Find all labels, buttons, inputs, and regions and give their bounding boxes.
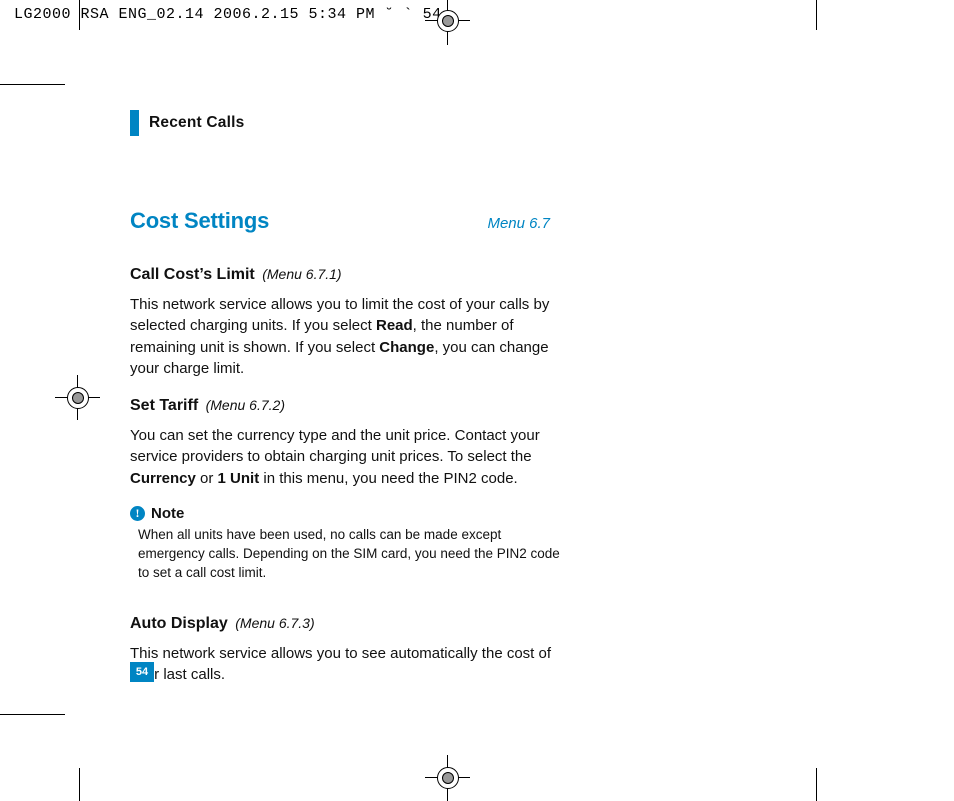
crop-mark (816, 0, 817, 30)
note-label: Note (151, 505, 184, 522)
note-icon: ! (130, 506, 145, 521)
subsection-set-tariff: Set Tariff (Menu 6.7.2) You can set the … (130, 397, 570, 489)
chapter-title: Recent Calls (149, 114, 244, 132)
section-title-row: Cost Settings Menu 6.7 (130, 208, 570, 234)
text-bold: 1 Unit (218, 470, 260, 487)
subsection-menu-ref: (Menu 6.7.2) (206, 397, 285, 413)
text: in this menu, you need the PIN2 code. (259, 470, 518, 487)
crop-mark (79, 0, 80, 30)
subsection-call-cost-limit: Call Cost’s Limit (Menu 6.7.1) This netw… (130, 266, 570, 379)
text: You can set the currency type and the un… (130, 427, 540, 465)
subsection-title: Auto Display (130, 615, 228, 632)
text-bold: Currency (130, 470, 196, 487)
subsection-body: This network service allows you to limit… (130, 294, 570, 379)
crop-mark (0, 714, 65, 715)
subsection-auto-display: Auto Display (Menu 6.7.3) This network s… (130, 615, 570, 686)
text-bold: Change (379, 339, 434, 356)
section-title: Cost Settings (130, 208, 269, 234)
subsection-body: This network service allows you to see a… (130, 643, 570, 686)
registration-mark (442, 15, 454, 27)
page-number: 54 (130, 662, 154, 682)
text-bold: Read (376, 317, 413, 334)
chapter-header: Recent Calls (130, 110, 570, 136)
subsection-title: Call Cost’s Limit (130, 266, 255, 283)
crop-mark (0, 84, 65, 85)
registration-mark (72, 392, 84, 404)
subsection-body: You can set the currency type and the un… (130, 425, 570, 489)
subsection-menu-ref: (Menu 6.7.3) (235, 615, 314, 631)
page-content: Recent Calls Cost Settings Menu 6.7 Call… (130, 110, 570, 685)
note-header: ! Note (130, 505, 570, 522)
subsection-title: Set Tariff (130, 397, 198, 414)
crop-mark (79, 768, 80, 801)
crop-mark (816, 768, 817, 801)
subsection-menu-ref: (Menu 6.7.1) (262, 266, 341, 282)
registration-mark (442, 772, 454, 784)
note-body: When all units have been used, no calls … (138, 526, 570, 583)
text: or (196, 470, 218, 487)
section-menu-ref: Menu 6.7 (487, 215, 550, 232)
chapter-bar-icon (130, 110, 139, 136)
